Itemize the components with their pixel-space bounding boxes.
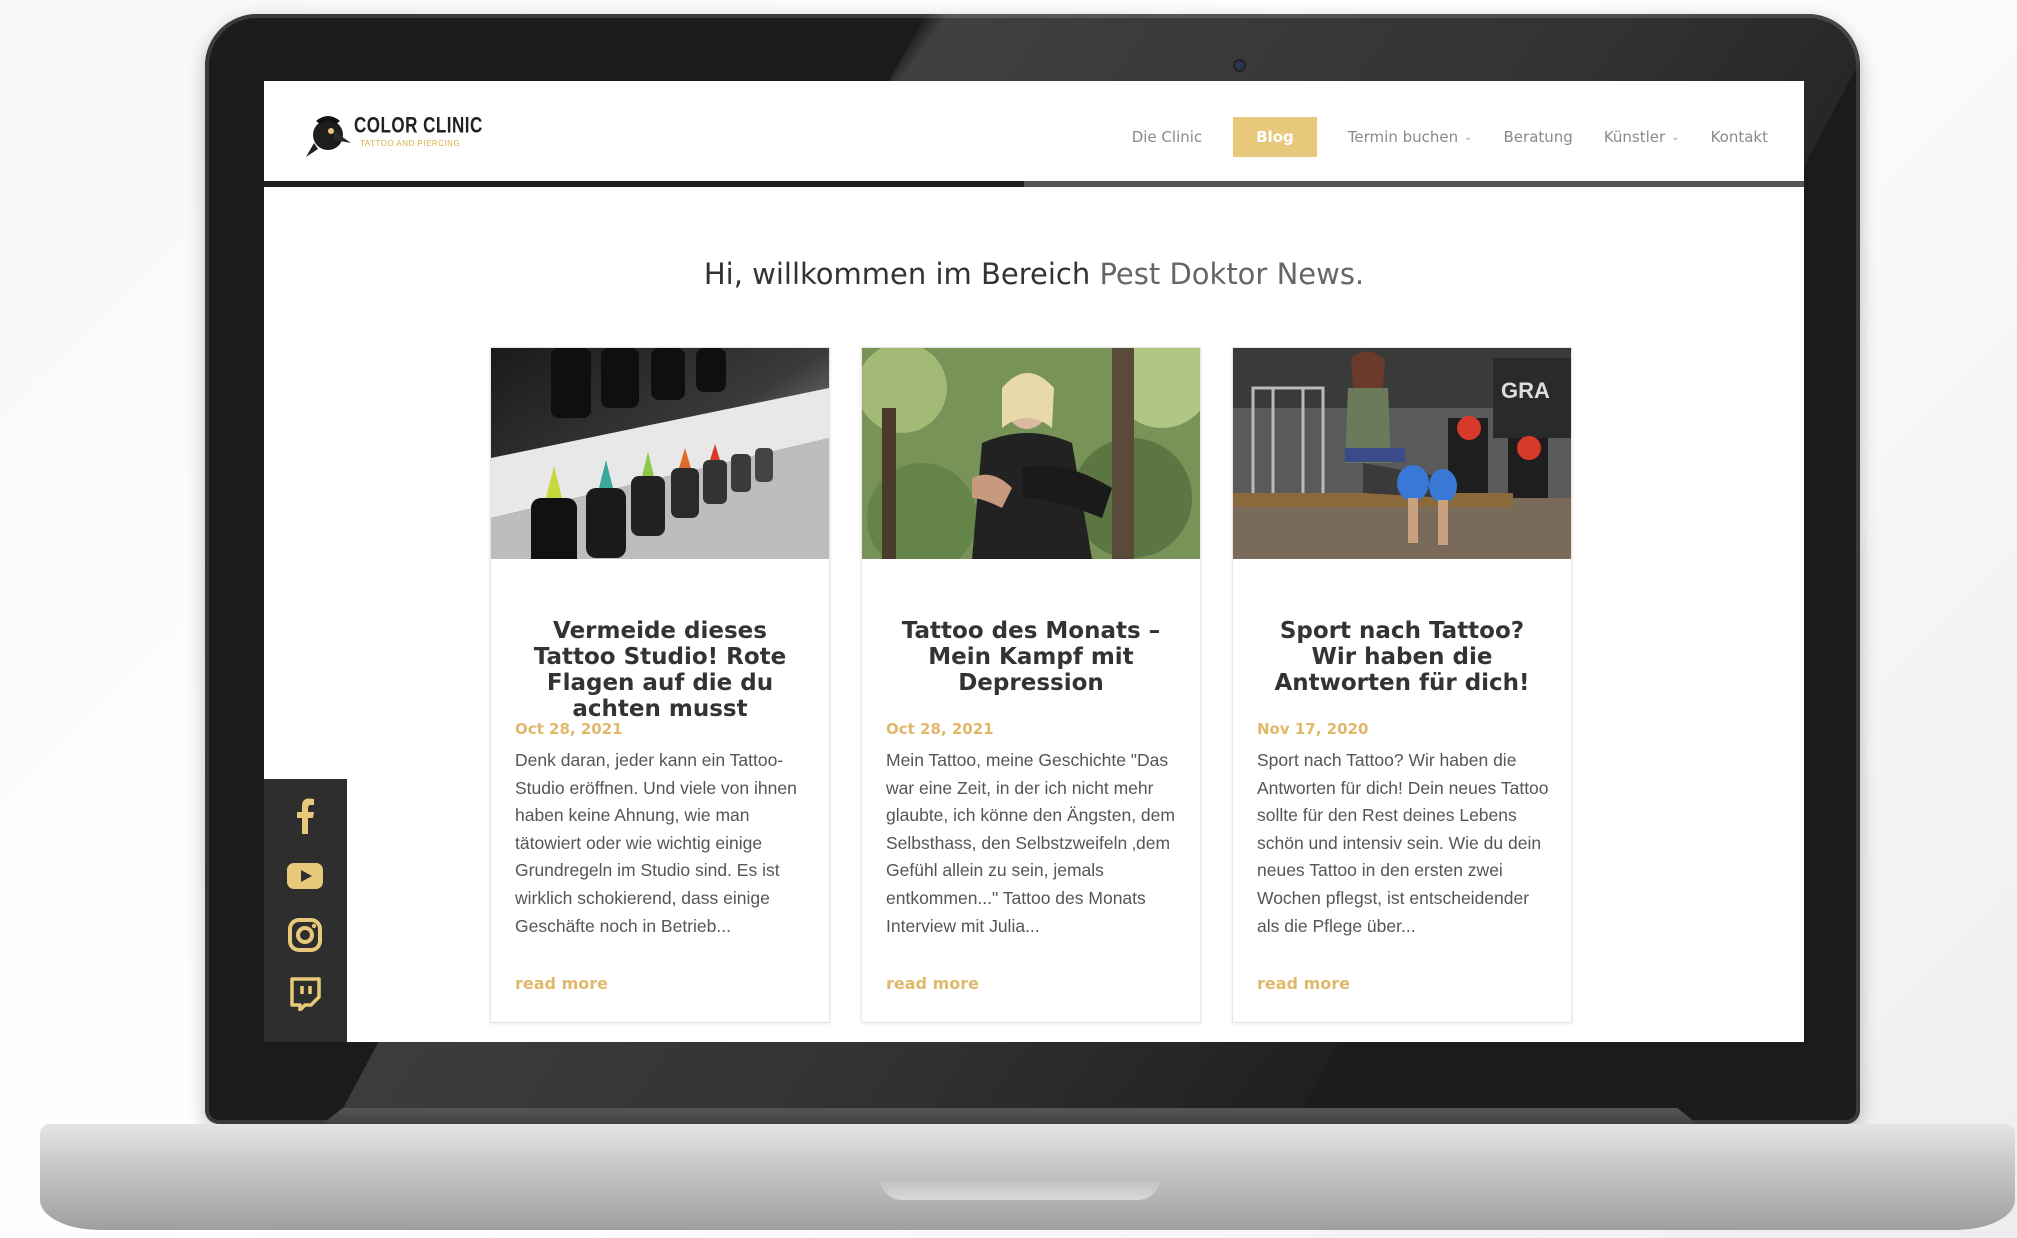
chevron-down-icon: ⌄ — [1464, 131, 1473, 143]
nav-label: Termin buchen — [1347, 128, 1459, 146]
youtube-icon — [287, 863, 323, 889]
nav-item-blog[interactable]: Blog — [1233, 117, 1317, 157]
post-excerpt: Sport nach Tattoo? Wir haben die Antwort… — [1257, 750, 1549, 936]
post-title[interactable]: Tattoo des Monats – Mein Kampf mit Depre… — [884, 618, 1178, 696]
instagram-link[interactable] — [284, 914, 326, 956]
facebook-link[interactable] — [284, 795, 326, 837]
post-image-woman-tree[interactable] — [862, 348, 1200, 559]
site-logo[interactable]: COLOR CLINIC TATTOO AND PIERCING — [304, 109, 482, 157]
social-sidebar — [264, 779, 347, 1042]
post-date: Oct 28, 2021 — [886, 720, 994, 738]
nav-item-die-clinic[interactable]: Die Clinic — [1132, 117, 1202, 157]
nav-label: Künstler — [1603, 128, 1666, 146]
youtube-link[interactable] — [284, 855, 326, 897]
welcome-text: Hi, willkommen im Bereich — [703, 257, 1100, 291]
post-title[interactable]: Sport nach Tattoo? Wir haben die Antwort… — [1255, 618, 1549, 696]
tattoo-ink-bottles-image — [491, 348, 829, 559]
post-image-tattoo-inks[interactable] — [491, 348, 829, 559]
welcome-heading: Hi, willkommen im Bereich Pest Doktor Ne… — [264, 257, 1804, 291]
laptop-base — [40, 1124, 2015, 1230]
main-navigation: Die Clinic Blog Termin buchen ⌄ Beratung … — [1101, 117, 1768, 157]
logo-subtitle: TATTOO AND PIERCING — [360, 139, 461, 148]
blog-post-card: GRA Sport nach Tattoo? Wir haben die Ant… — [1232, 347, 1572, 1023]
blog-post-card: Tattoo des Monats – Mein Kampf mit Depre… — [861, 347, 1201, 1023]
nav-label: Die Clinic — [1131, 128, 1203, 146]
read-more-link[interactable]: read more — [515, 974, 608, 993]
woman-in-tree-image — [862, 348, 1200, 559]
woman-in-gym-image: GRA — [1233, 348, 1571, 559]
laptop-notch — [880, 1178, 1160, 1200]
nav-item-termin-buchen[interactable]: Termin buchen ⌄ — [1348, 117, 1473, 157]
logo-name: COLOR CLINIC — [354, 113, 483, 138]
webcam — [1235, 61, 1244, 70]
nav-label: Beratung — [1503, 128, 1573, 146]
website-screen: COLOR CLINIC TATTOO AND PIERCING Die Cli… — [264, 81, 1804, 1042]
facebook-icon — [297, 798, 314, 834]
read-more-link[interactable]: read more — [1257, 974, 1350, 993]
post-image-gym[interactable]: GRA — [1233, 348, 1571, 559]
post-excerpt: Mein Tattoo, meine Geschichte "Das war e… — [886, 750, 1175, 936]
post-title[interactable]: Vermeide dieses Tattoo Studio! Rote Flag… — [513, 618, 807, 722]
nav-item-beratung[interactable]: Beratung — [1504, 117, 1573, 157]
post-date: Nov 17, 2020 — [1257, 720, 1369, 738]
post-excerpt: Denk daran, jeder kann ein Tattoo-Studio… — [515, 750, 797, 936]
chevron-down-icon: ⌄ — [1671, 131, 1680, 143]
instagram-icon — [288, 918, 322, 952]
plague-doctor-logo-icon — [306, 116, 351, 157]
read-more-link[interactable]: read more — [886, 974, 979, 993]
site-header: COLOR CLINIC TATTOO AND PIERCING Die Cli… — [264, 81, 1804, 187]
nav-item-kontakt[interactable]: Kontakt — [1711, 117, 1768, 157]
twitch-link[interactable] — [284, 973, 326, 1015]
nav-item-kuenstler[interactable]: Künstler ⌄ — [1604, 117, 1680, 157]
twitch-icon — [290, 977, 321, 1011]
nav-label: Blog — [1256, 128, 1294, 146]
post-date: Oct 28, 2021 — [515, 720, 623, 738]
nav-label: Kontakt — [1710, 128, 1768, 146]
svg-text:GRA: GRA — [1501, 378, 1550, 403]
blog-post-card: Vermeide dieses Tattoo Studio! Rote Flag… — [490, 347, 830, 1023]
welcome-accent: Pest Doktor News. — [1099, 257, 1365, 291]
